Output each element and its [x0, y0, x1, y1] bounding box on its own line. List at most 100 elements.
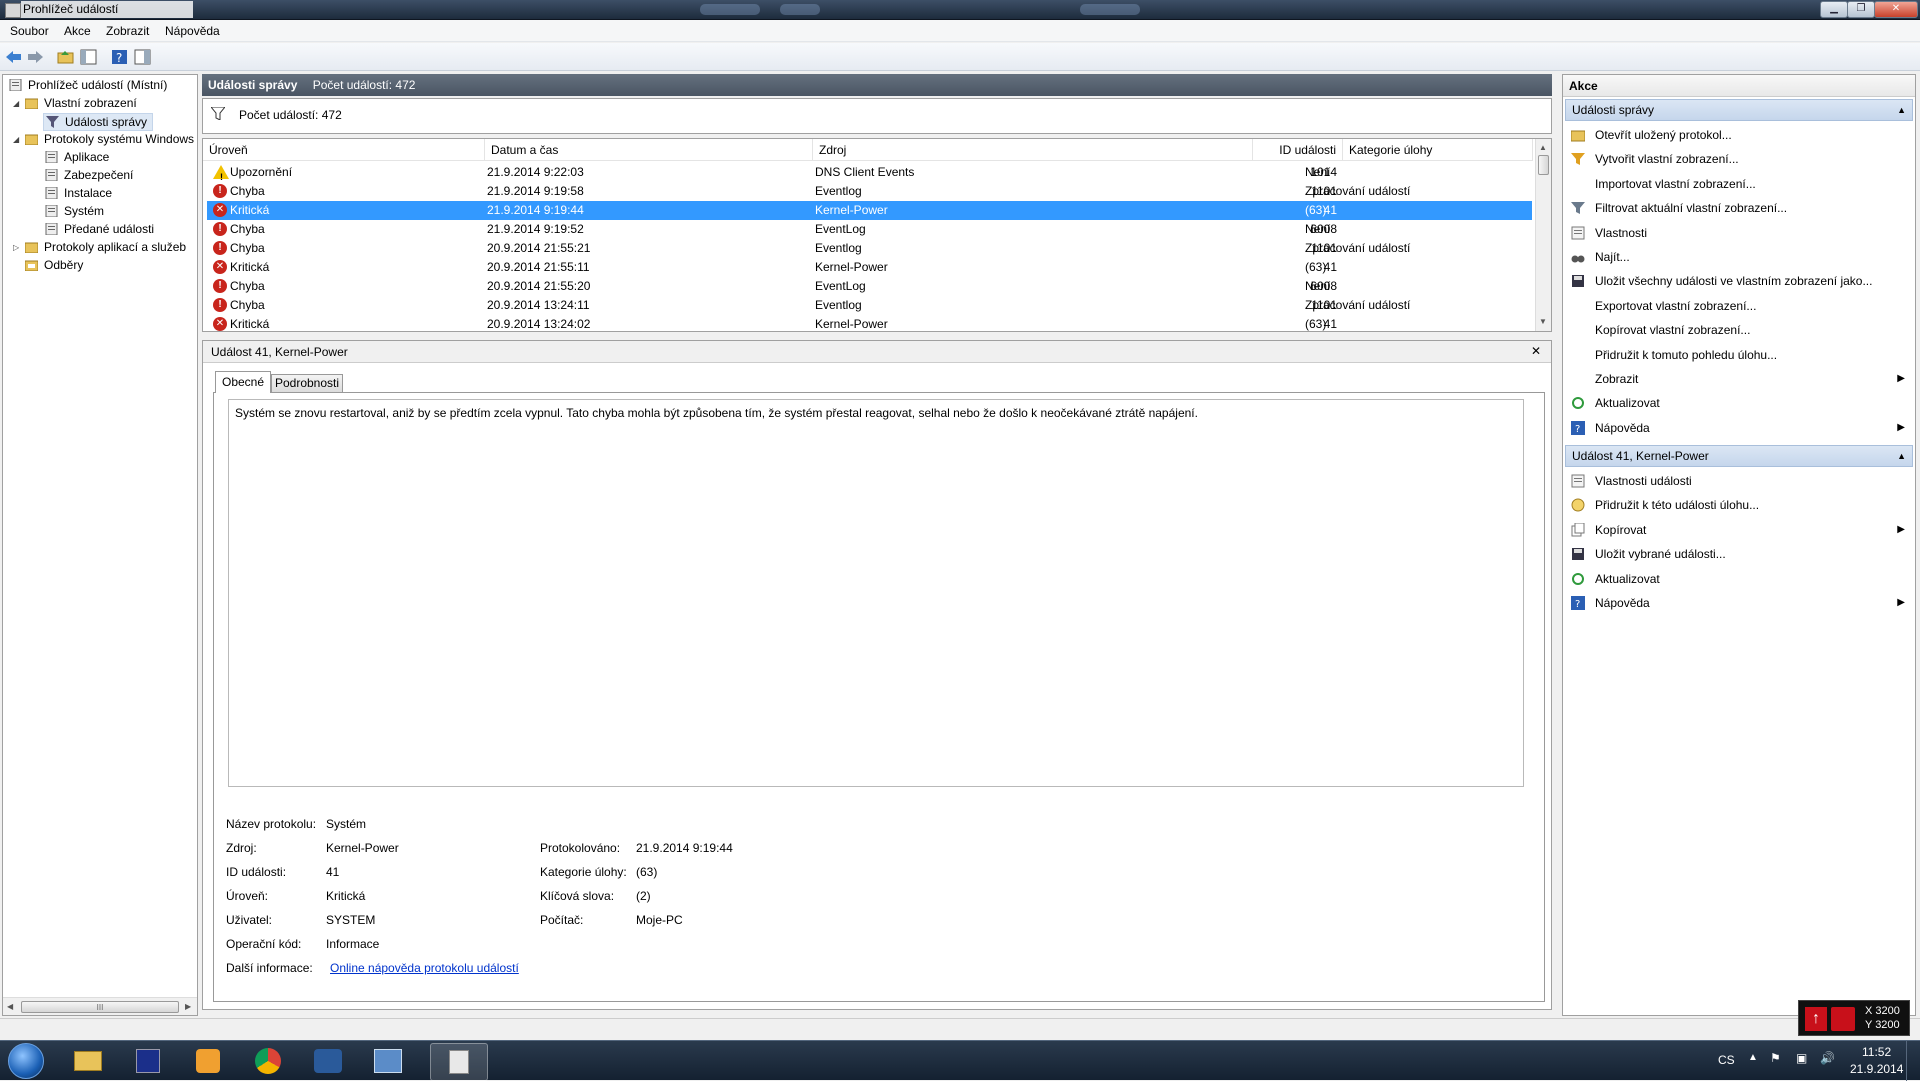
- action-item[interactable]: Exportovat vlastní zobrazení...: [1563, 294, 1915, 318]
- table-row[interactable]: ! Upozornění 21.9.2014 9:22:03 DNS Client E…: [207, 163, 1337, 182]
- table-row[interactable]: ✕ Kritická 21.9.2014 9:19:44 Kernel-Power 41…: [207, 201, 1532, 220]
- tab-details[interactable]: Podrobnosti: [271, 374, 343, 393]
- action-item[interactable]: Přidružit k této události úlohu...: [1563, 493, 1915, 517]
- scroll-thumb[interactable]: III: [21, 1001, 179, 1013]
- action-item[interactable]: Zobrazit ▶: [1563, 367, 1915, 391]
- close-window-button[interactable]: ✕: [1874, 1, 1918, 18]
- up-folder-icon[interactable]: [56, 48, 75, 66]
- back-arrow-icon[interactable]: [4, 48, 23, 66]
- properties-icon: [1571, 474, 1585, 488]
- show-desktop-button[interactable]: [1906, 1041, 1920, 1081]
- tray-network-icon[interactable]: ▣: [1796, 1051, 1807, 1065]
- value-source: Kernel-Power: [326, 841, 399, 855]
- action-item[interactable]: Vytvořit vlastní zobrazení...: [1563, 147, 1915, 171]
- actions-section-admin-events[interactable]: Události správy ▲: [1565, 99, 1913, 121]
- tab-general[interactable]: Obecné: [215, 371, 271, 393]
- taskbar-control-panel-icon[interactable]: [360, 1043, 416, 1079]
- online-help-link[interactable]: Online nápověda protokolu událostí: [330, 961, 519, 975]
- table-row[interactable]: ! Chyba 20.9.2014 21:55:21 Eventlog 1101 Zpra…: [207, 239, 1410, 258]
- action-item[interactable]: Aktualizovat: [1563, 567, 1915, 591]
- value-user: SYSTEM: [326, 913, 376, 927]
- folder-icon: [25, 98, 38, 109]
- action-item[interactable]: Přidružit k tomuto pohledu úlohu...: [1563, 343, 1915, 367]
- event-list-vertical-scrollbar[interactable]: ▲ ▼: [1535, 139, 1551, 331]
- tree-label-setup: Instalace: [64, 186, 113, 200]
- column-header-source[interactable]: Zdroj: [813, 139, 1253, 161]
- table-row[interactable]: ✕ Kritická 20.9.2014 21:55:11 Kernel-Power 4…: [207, 258, 1337, 277]
- event-list-header: Úroveň Datum a čas Zdroj ID události Kat…: [203, 139, 1533, 161]
- cell-date: 21.9.2014 9:22:03: [487, 165, 584, 179]
- scroll-right-arrow-icon[interactable]: ▶: [185, 1002, 191, 1011]
- menu-help[interactable]: Nápověda: [165, 24, 220, 38]
- action-item[interactable]: Vlastnosti: [1563, 221, 1915, 245]
- table-row[interactable]: ! Chyba 21.9.2014 9:19:52 EventLog 6008 Není: [207, 220, 1337, 239]
- tray-show-hidden-icon[interactable]: ▲: [1748, 1052, 1758, 1063]
- tray-flag-icon[interactable]: ⚑: [1770, 1051, 1781, 1065]
- action-item[interactable]: Kopírovat vlastní zobrazení...: [1563, 318, 1915, 342]
- save-icon: [1572, 275, 1584, 288]
- scroll-thumb[interactable]: [1538, 155, 1549, 175]
- action-item[interactable]: Importovat vlastní zobrazení...: [1563, 172, 1915, 196]
- tray-time[interactable]: 11:52: [1862, 1045, 1891, 1059]
- column-header-event-id[interactable]: ID události: [1253, 139, 1343, 161]
- tree-item-admin-events[interactable]: Události správy: [43, 113, 153, 131]
- show-hide-tree-icon[interactable]: [79, 48, 98, 66]
- action-item[interactable]: ? Nápověda ▶: [1563, 416, 1915, 440]
- scroll-up-arrow-icon[interactable]: ▲: [1539, 143, 1547, 152]
- menu-file[interactable]: Soubor: [10, 24, 49, 38]
- action-item[interactable]: Aktualizovat: [1563, 391, 1915, 415]
- action-item[interactable]: Najít...: [1563, 245, 1915, 269]
- taskbar-explorer-icon[interactable]: [60, 1043, 116, 1079]
- menu-action[interactable]: Akce: [64, 24, 91, 38]
- taskbar-system-monitor-icon[interactable]: [300, 1043, 356, 1079]
- cell-level: Kritická: [230, 317, 270, 331]
- action-label: Vytvořit vlastní zobrazení...: [1595, 152, 1739, 167]
- action-item[interactable]: Uložit všechny události ve vlastním zobr…: [1563, 269, 1915, 293]
- cell-source: Kernel-Power: [815, 203, 888, 217]
- tree-label-security: Zabezpečení: [64, 168, 134, 182]
- cell-date: 21.9.2014 9:19:58: [487, 184, 584, 198]
- collapse-section-icon[interactable]: ▲: [1897, 100, 1906, 120]
- collapse-section-icon[interactable]: ▲: [1897, 446, 1906, 466]
- tree-horizontal-scrollbar[interactable]: ◀ III ▶: [3, 997, 197, 1015]
- table-row[interactable]: ✕ Kritická 20.9.2014 13:24:02 Kernel-Power 4…: [207, 315, 1337, 331]
- actions-section-event[interactable]: Událost 41, Kernel-Power ▲: [1565, 445, 1913, 467]
- scroll-down-arrow-icon[interactable]: ▼: [1539, 317, 1547, 326]
- taskbar-save-app-icon[interactable]: [120, 1043, 176, 1079]
- start-button[interactable]: [8, 1043, 44, 1079]
- table-row[interactable]: ! Chyba 20.9.2014 13:24:11 Eventlog 1101 Zpra…: [207, 296, 1410, 315]
- action-item[interactable]: Vlastnosti události: [1563, 469, 1915, 493]
- tray-date[interactable]: 21.9.2014: [1850, 1062, 1903, 1076]
- action-item[interactable]: ? Nápověda ▶: [1563, 591, 1915, 615]
- tab-general-content: Systém se znovu restartoval, aniž by se …: [213, 392, 1545, 1002]
- help-icon[interactable]: ?: [110, 48, 129, 66]
- taskbar-chrome-icon[interactable]: [240, 1043, 296, 1079]
- forward-arrow-icon[interactable]: [26, 48, 45, 66]
- tray-language[interactable]: CS: [1718, 1053, 1735, 1067]
- action-item[interactable]: Otevřít uložený protokol...: [1563, 123, 1915, 147]
- column-header-level[interactable]: Úroveň: [203, 139, 485, 161]
- expand-collapse-icon[interactable]: ◢: [13, 136, 21, 144]
- filter-icon: [1571, 202, 1585, 215]
- menu-view[interactable]: Zobrazit: [106, 24, 149, 38]
- refresh-icon: [1572, 397, 1584, 410]
- tray-volume-icon[interactable]: 🔊: [1820, 1051, 1835, 1065]
- column-header-task-category[interactable]: Kategorie úlohy: [1343, 139, 1533, 161]
- expand-collapse-icon[interactable]: ◢: [13, 100, 21, 108]
- taskbar-media-player-icon[interactable]: [180, 1043, 236, 1079]
- action-item[interactable]: Kopírovat ▶: [1563, 518, 1915, 542]
- value-event-id: 41: [326, 865, 340, 879]
- scroll-left-arrow-icon[interactable]: ◀: [7, 1002, 13, 1011]
- expand-icon[interactable]: ▷: [13, 244, 21, 252]
- show-hide-actions-icon[interactable]: [133, 48, 152, 66]
- section-title: Události správy: [1572, 103, 1655, 117]
- table-row[interactable]: ! Chyba 20.9.2014 21:55:20 EventLog 6008 Není: [207, 277, 1337, 296]
- maximize-button[interactable]: ❐: [1847, 1, 1875, 18]
- taskbar-event-viewer-icon[interactable]: [430, 1043, 488, 1081]
- minimize-button[interactable]: ▁: [1820, 1, 1848, 18]
- close-detail-icon[interactable]: ✕: [1531, 344, 1541, 358]
- column-header-date[interactable]: Datum a čas: [485, 139, 813, 161]
- action-item[interactable]: Filtrovat aktuální vlastní zobrazení...: [1563, 196, 1915, 220]
- table-row[interactable]: ! Chyba 21.9.2014 9:19:58 Eventlog 1101 Zprac…: [207, 182, 1410, 201]
- action-item[interactable]: Uložit vybrané události...: [1563, 542, 1915, 566]
